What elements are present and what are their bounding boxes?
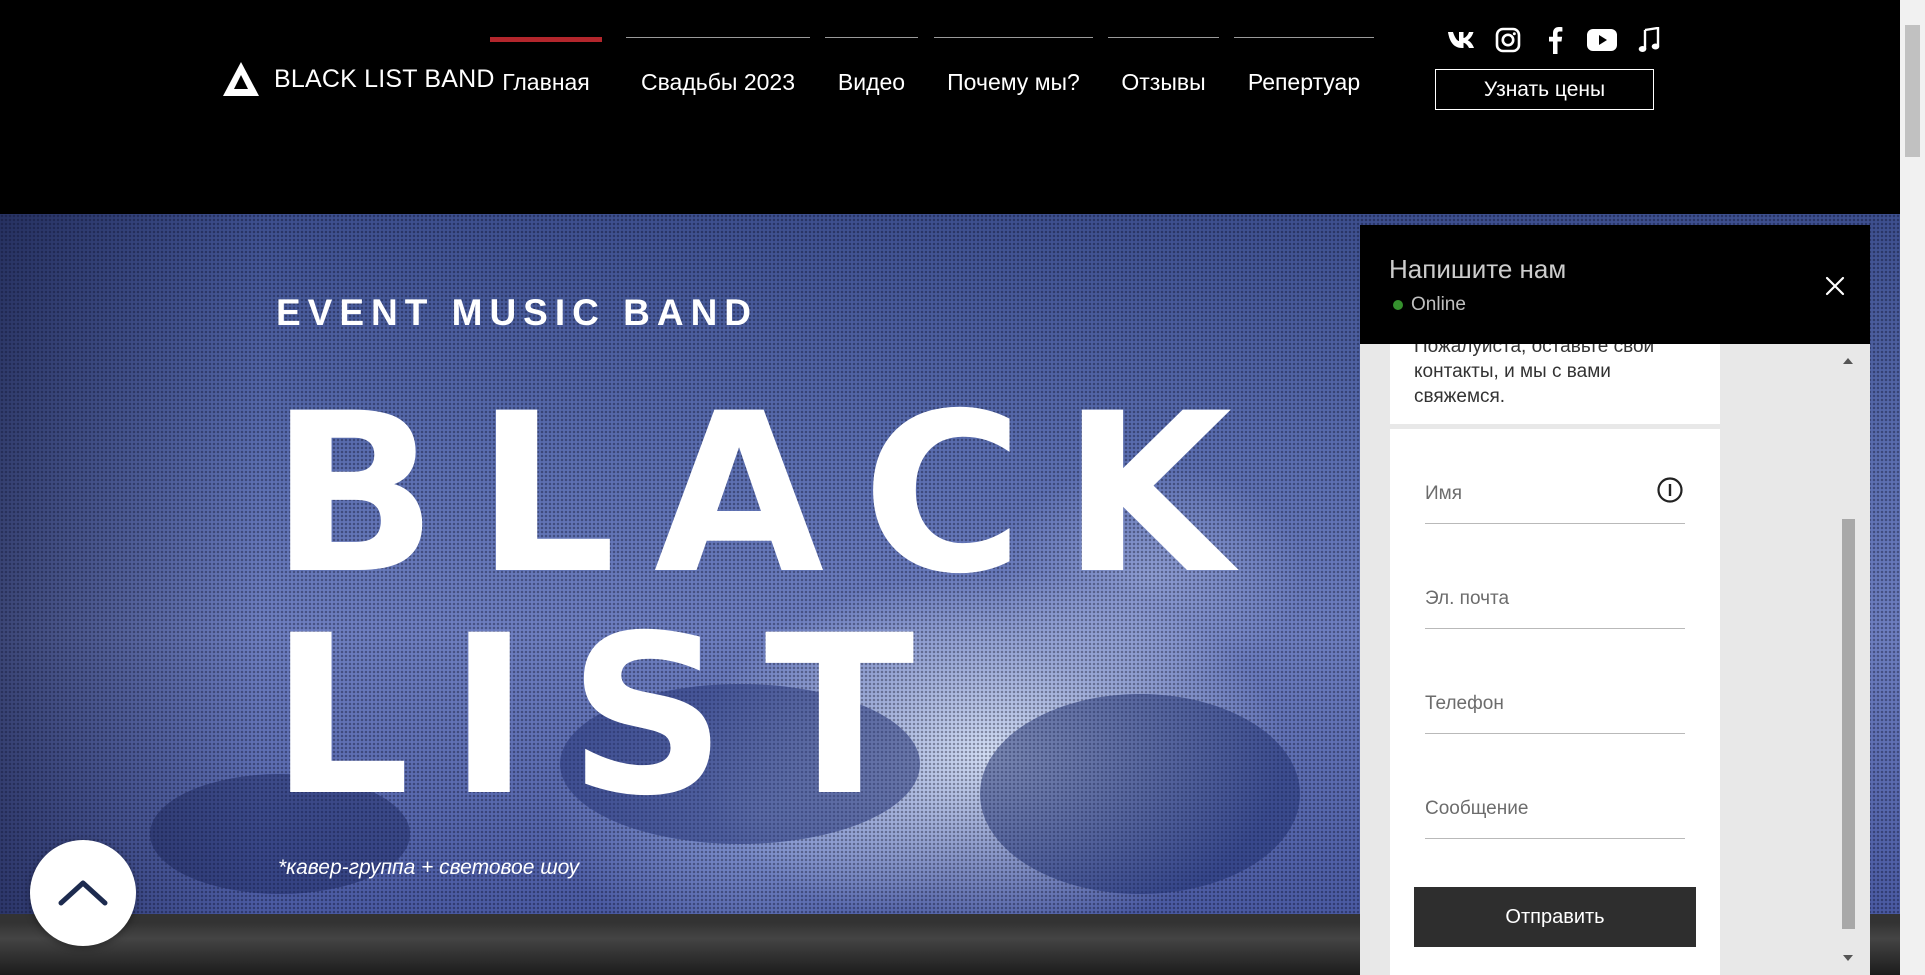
nav-divider bbox=[1108, 37, 1219, 38]
nav-item-label: Видео bbox=[837, 69, 906, 95]
chat-body: Пожалуйста, оставьте свои контакты, и мы… bbox=[1360, 344, 1870, 975]
page-scrollbar-thumb[interactable] bbox=[1905, 25, 1920, 157]
main-nav: Главная Свадьбы 2023 Видео Почему мы? От… bbox=[490, 37, 1374, 107]
background-drum-shape bbox=[980, 694, 1300, 894]
music-note-icon[interactable] bbox=[1625, 26, 1672, 54]
chevron-up-icon bbox=[58, 880, 108, 906]
hero-tagline: EVENT MUSIC BAND bbox=[276, 292, 759, 333]
nav-divider bbox=[1234, 37, 1374, 38]
nav-item-weddings[interactable]: Свадьбы 2023 bbox=[626, 37, 810, 107]
site-header: BLACK LIST BAND Главная Свадьбы 2023 Вид… bbox=[0, 0, 1900, 214]
chat-scrollbar[interactable] bbox=[1840, 344, 1857, 975]
message-placeholder: Сообщение bbox=[1425, 798, 1529, 819]
chat-status-label: Online bbox=[1411, 294, 1466, 315]
social-links bbox=[1437, 26, 1672, 54]
nav-item-home[interactable]: Главная bbox=[490, 37, 602, 107]
scroll-down-arrow-icon[interactable] bbox=[1843, 955, 1853, 961]
page-scrollbar[interactable] bbox=[1900, 0, 1925, 975]
logo-triangle-icon bbox=[223, 62, 259, 96]
nav-divider bbox=[934, 37, 1093, 38]
nav-divider bbox=[626, 37, 810, 38]
chat-scrollbar-thumb[interactable] bbox=[1842, 519, 1855, 929]
nav-item-label: Главная bbox=[502, 69, 590, 95]
scroll-to-top-button[interactable] bbox=[30, 840, 136, 946]
phone-placeholder: Телефон bbox=[1425, 693, 1504, 714]
instagram-icon[interactable] bbox=[1484, 26, 1531, 54]
email-field[interactable]: Эл. почта bbox=[1425, 569, 1685, 629]
nav-item-why-us[interactable]: Почему мы? bbox=[934, 37, 1093, 107]
phone-field[interactable]: Телефон bbox=[1425, 674, 1685, 734]
hero-title-line-2: LIST bbox=[270, 588, 953, 844]
nav-item-reviews[interactable]: Отзывы bbox=[1108, 37, 1219, 107]
chat-status: Online bbox=[1393, 294, 1466, 316]
send-button[interactable]: Отправить bbox=[1414, 887, 1696, 947]
contact-form: Имя Эл. почта Телефон Сообщение Отправит… bbox=[1390, 429, 1720, 975]
chat-widget: Напишите нам Online Пожалуйста, оставьте… bbox=[1360, 225, 1870, 975]
nav-item-label: Отзывы bbox=[1121, 69, 1206, 95]
chat-header: Напишите нам Online bbox=[1360, 225, 1870, 344]
get-prices-button[interactable]: Узнать цены bbox=[1435, 69, 1654, 110]
email-placeholder: Эл. почта bbox=[1425, 588, 1510, 609]
name-field[interactable]: Имя bbox=[1425, 464, 1685, 524]
nav-active-indicator bbox=[490, 37, 602, 42]
facebook-icon[interactable] bbox=[1531, 26, 1578, 54]
logo[interactable]: BLACK LIST BAND bbox=[223, 62, 495, 96]
chat-intro-message: Пожалуйста, оставьте свои контакты, и мы… bbox=[1390, 344, 1720, 424]
info-icon[interactable] bbox=[1657, 477, 1683, 503]
nav-item-label: Репертуар bbox=[1247, 69, 1361, 95]
nav-divider bbox=[825, 37, 918, 38]
logo-text: BLACK LIST BAND bbox=[274, 64, 495, 93]
youtube-icon[interactable] bbox=[1578, 26, 1625, 54]
page: { "header": { "logo_text": "BLACK LIST B… bbox=[0, 0, 1925, 975]
nav-item-repertoire[interactable]: Репертуар bbox=[1234, 37, 1374, 107]
hero-title-line-1: BLACK bbox=[270, 366, 1271, 622]
hero-subtitle: *кавер-группа + световое шоу bbox=[278, 856, 580, 879]
vk-icon[interactable] bbox=[1437, 26, 1484, 54]
scroll-up-arrow-icon[interactable] bbox=[1843, 358, 1853, 364]
message-field[interactable]: Сообщение bbox=[1425, 779, 1685, 839]
name-placeholder: Имя bbox=[1425, 483, 1463, 504]
nav-item-video[interactable]: Видео bbox=[825, 37, 918, 107]
nav-item-label: Свадьбы 2023 bbox=[640, 69, 796, 95]
nav-item-label: Почему мы? bbox=[947, 69, 1080, 95]
online-dot-icon bbox=[1393, 300, 1403, 310]
close-icon[interactable] bbox=[1822, 273, 1848, 299]
chat-title: Напишите нам bbox=[1389, 254, 1567, 284]
